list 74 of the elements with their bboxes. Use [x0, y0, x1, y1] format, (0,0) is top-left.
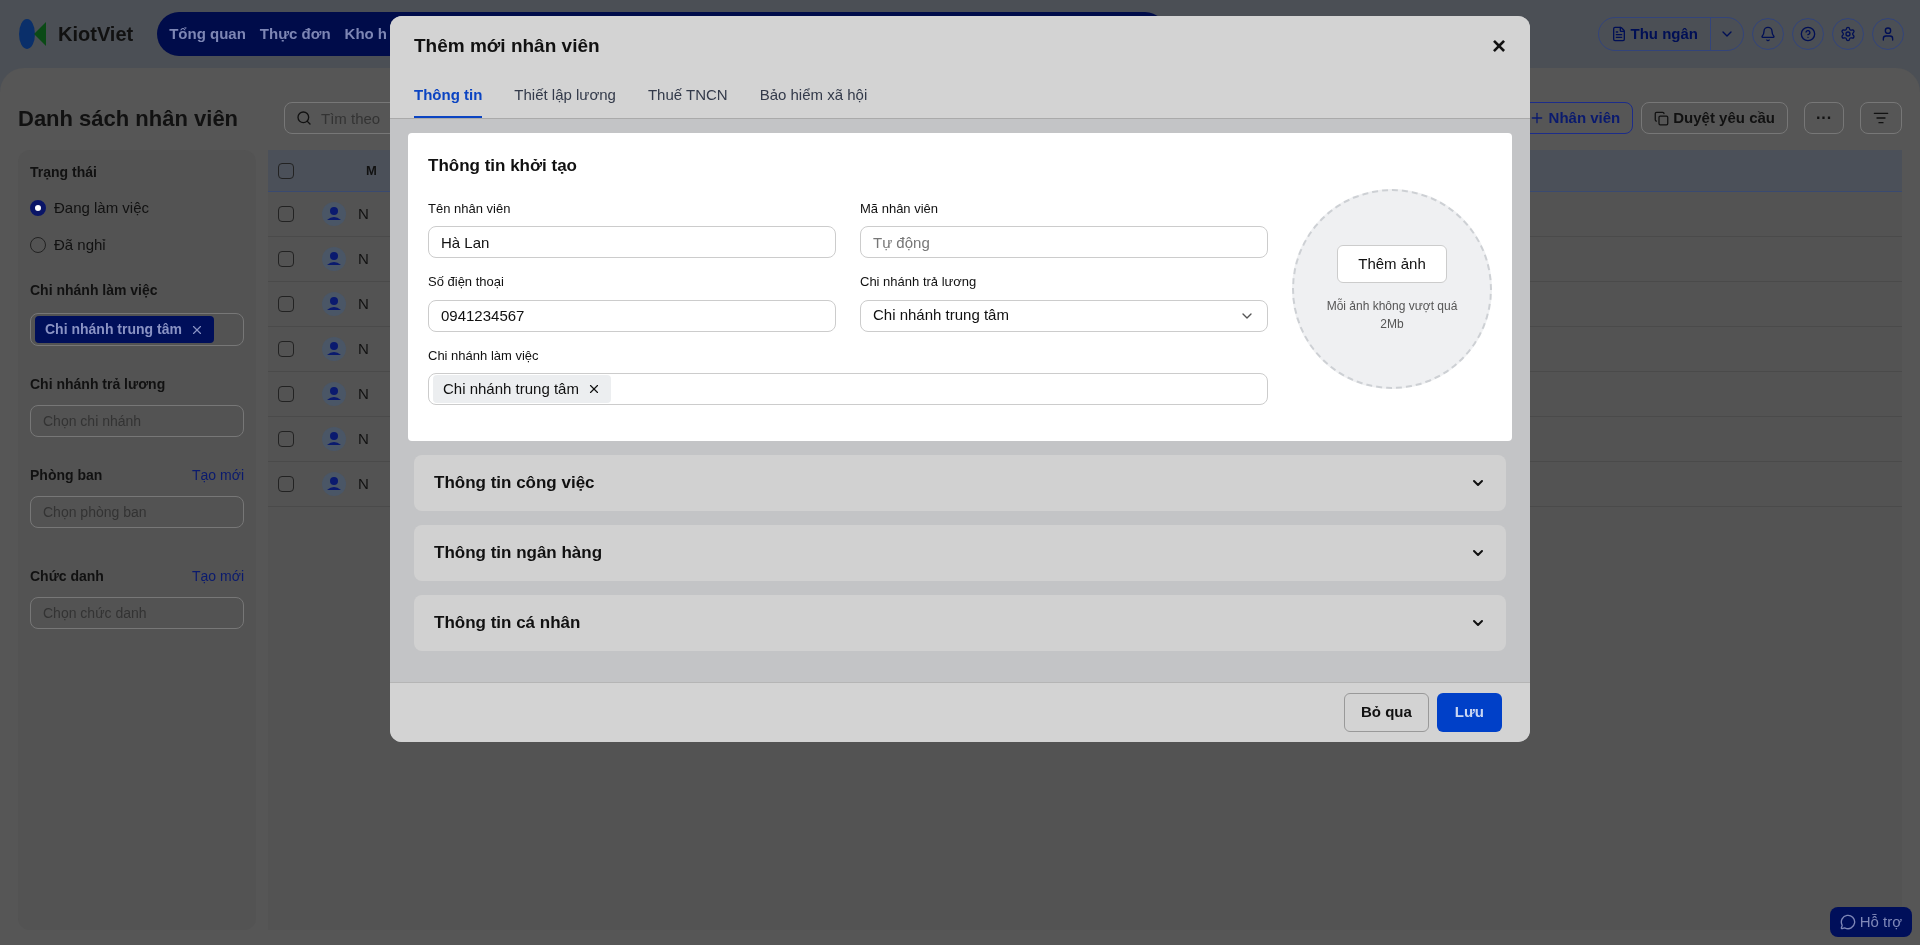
checkbox[interactable] — [278, 251, 294, 267]
nav-link[interactable]: Kho h — [344, 22, 388, 46]
columns-button[interactable] — [1860, 102, 1902, 134]
avatar-icon — [322, 292, 346, 316]
field-label: Số điện thoại — [428, 273, 505, 291]
tab[interactable]: Thuế TNCN — [647, 83, 728, 118]
avatar-icon — [322, 202, 346, 226]
avatar-icon — [322, 382, 346, 406]
table-cell-text: N — [358, 293, 369, 314]
checkbox[interactable] — [278, 206, 294, 222]
section-title: Thông tin khởi tạo — [428, 155, 578, 177]
filter-label: Chi nhánh làm việc — [30, 281, 159, 300]
avatar-icon — [322, 472, 346, 496]
filter-label: Chi nhánh trả lương — [30, 375, 167, 394]
document-icon — [1610, 26, 1627, 42]
table-cell-text: N — [358, 248, 369, 269]
tab[interactable]: Thiết lập lương — [514, 83, 616, 118]
column-header: M — [366, 161, 377, 180]
table-cell-text: N — [358, 338, 369, 359]
checkbox[interactable] — [278, 162, 294, 179]
save-button[interactable]: Lưu — [1436, 693, 1502, 732]
logo-text: KiotViet — [58, 22, 134, 47]
user-icon — [1880, 26, 1896, 42]
tab[interactable]: Bảo hiểm xã hội — [759, 83, 868, 118]
field-label: Chi nhánh làm việc — [428, 346, 540, 365]
avatar-icon — [322, 247, 346, 271]
filter-label: Trạng thái — [30, 163, 98, 182]
cancel-button[interactable]: Bỏ qua — [1343, 693, 1429, 732]
checkbox[interactable] — [278, 296, 294, 312]
input-field[interactable]: 0941234567 — [428, 299, 836, 332]
accordion-header[interactable]: Thông tin công việc — [414, 455, 1506, 511]
checkbox[interactable] — [278, 341, 294, 357]
branch-select[interactable]: Chi nhánh trung tâm — [30, 313, 244, 346]
checkbox[interactable] — [278, 386, 294, 402]
search-icon — [296, 110, 312, 126]
tab[interactable]: Thông tin — [414, 83, 483, 118]
list-icon — [1873, 110, 1889, 126]
filter-label: Phòng ban — [30, 466, 103, 485]
branch-tag: Chi nhánh trung tâm — [35, 316, 214, 343]
field-label: Mã nhân viên — [860, 199, 940, 218]
nav-link[interactable]: Thực đơn — [259, 22, 331, 46]
input-field[interactable]: Hà Lan — [428, 226, 836, 258]
table-cell-text: N — [358, 203, 369, 224]
help-icon — [1800, 26, 1816, 42]
filter-label: Chức danh — [30, 567, 104, 586]
dialog-title: Thêm mới nhân viên — [414, 33, 600, 58]
select-field[interactable]: Chi nhánh trung tâm — [860, 299, 1268, 332]
input-field[interactable]: Tự động — [860, 226, 1268, 258]
table-cell-text: N — [358, 383, 369, 404]
checkbox[interactable] — [278, 431, 294, 447]
radio-label: Đang làm việc — [54, 198, 150, 218]
settings-icon — [1840, 26, 1856, 42]
field-label: Chi nhánh trả lương — [860, 273, 978, 291]
bell-icon — [1760, 26, 1776, 42]
accordion-header[interactable]: Thông tin cá nhân — [414, 595, 1506, 651]
add-photo-button[interactable]: Thêm ảnh — [1337, 245, 1447, 283]
field-label: Tên nhân viên — [428, 199, 512, 218]
table-cell-text: N — [358, 473, 369, 494]
multi-select-field[interactable]: Chi nhánh trung tâm — [428, 373, 1268, 405]
checkbox[interactable] — [278, 476, 294, 492]
copy-icon — [1654, 110, 1670, 126]
radio-label: Đã nghỉ — [54, 234, 106, 255]
radio-button[interactable] — [30, 200, 46, 217]
photo-hint: Mỗi ảnh không vượt quá 2Mb — [1325, 297, 1459, 333]
close-button[interactable]: × — [1492, 34, 1506, 58]
nav-link[interactable]: Tổng quan — [169, 22, 246, 46]
table-cell-text: N — [358, 428, 369, 449]
accordion-header[interactable]: Thông tin ngân hàng — [414, 525, 1506, 581]
support-button[interactable]: Hỗ trợ — [1829, 907, 1912, 937]
avatar-icon — [322, 337, 346, 361]
page-title: Danh sách nhân viên — [18, 104, 240, 133]
avatar-icon — [322, 427, 346, 451]
chat-icon — [1839, 914, 1856, 930]
branch-tag: Chi nhánh trung tâm — [433, 374, 611, 404]
